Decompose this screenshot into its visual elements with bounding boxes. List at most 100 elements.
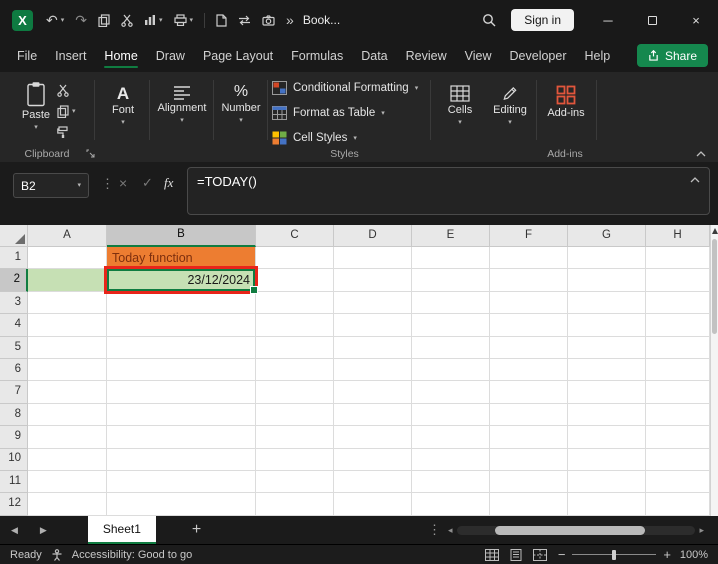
cell-e11[interactable]	[412, 470, 490, 494]
row-header-3[interactable]: 3	[0, 291, 28, 315]
cell-g7[interactable]	[568, 381, 646, 404]
cell-g8[interactable]	[568, 403, 646, 427]
cell-a7[interactable]	[28, 381, 107, 404]
cell-a1[interactable]	[28, 247, 107, 270]
cell-g2[interactable]	[568, 269, 646, 292]
cell-h8[interactable]	[646, 403, 710, 427]
format-painter-button[interactable]	[57, 126, 76, 139]
cell-a11[interactable]	[28, 470, 107, 494]
menu-tab-data[interactable]: Data	[352, 40, 396, 72]
cell-f7[interactable]	[490, 381, 568, 404]
column-header-c[interactable]: C	[256, 225, 334, 247]
column-header-d[interactable]: D	[334, 225, 412, 247]
cell-f10[interactable]	[490, 448, 568, 471]
cell-g5[interactable]	[568, 336, 646, 359]
cell-b12[interactable]	[107, 493, 256, 516]
cell-g6[interactable]	[568, 358, 646, 382]
scroll-right-icon[interactable]: ▸	[699, 525, 704, 535]
cell-h6[interactable]	[646, 358, 710, 382]
redo-button[interactable]: ↷	[75, 13, 87, 27]
cell-h7[interactable]	[646, 381, 710, 404]
column-header-f[interactable]: F	[490, 225, 568, 247]
cell-c10[interactable]	[256, 448, 334, 471]
menu-tab-help[interactable]: Help	[576, 40, 620, 72]
row-header-4[interactable]: 4	[0, 314, 28, 337]
cell-a10[interactable]	[28, 448, 107, 471]
row-header-10[interactable]: 10	[0, 448, 28, 471]
horizontal-scroll-track[interactable]	[456, 525, 696, 535]
cell-g9[interactable]	[568, 426, 646, 449]
cell-e3[interactable]	[412, 291, 490, 315]
row-header-5[interactable]: 5	[0, 336, 28, 359]
zoom-out-button[interactable]: −	[558, 548, 566, 561]
cell-f2[interactable]	[490, 269, 568, 292]
horizontal-scrollbar[interactable]: ◂ ▸	[448, 525, 704, 535]
new-workbook-button[interactable]	[216, 13, 227, 27]
cell-b3[interactable]	[107, 291, 256, 315]
cell-d10[interactable]	[334, 448, 412, 471]
cell-e8[interactable]	[412, 403, 490, 427]
formula-input[interactable]: =TODAY()	[187, 167, 710, 215]
menu-tab-formulas[interactable]: Formulas	[282, 40, 352, 72]
cell-f11[interactable]	[490, 470, 568, 494]
zoom-in-button[interactable]: +	[663, 548, 671, 561]
cell-c11[interactable]	[256, 470, 334, 494]
cell-a4[interactable]	[28, 314, 107, 337]
cell-c6[interactable]	[256, 358, 334, 382]
paste-button[interactable]: Paste ▾	[15, 81, 57, 131]
editing-button[interactable]: Editing ▾	[486, 85, 534, 126]
menu-tab-file[interactable]: File	[8, 40, 46, 72]
cell-b11[interactable]	[107, 470, 256, 494]
cell-d2[interactable]	[334, 269, 412, 292]
select-all-button[interactable]	[0, 225, 28, 247]
cut-button-qat[interactable]	[121, 14, 133, 27]
add-ins-button[interactable]: Add-ins	[540, 85, 592, 119]
menu-tab-view[interactable]: View	[456, 40, 501, 72]
vertical-scrollbar[interactable]	[710, 225, 718, 516]
cell-e2[interactable]	[412, 269, 490, 292]
close-button[interactable]: ×	[674, 0, 718, 40]
format-as-table-button[interactable]: Format as Table ▾	[272, 103, 385, 123]
cell-e1[interactable]	[412, 247, 490, 270]
row-header-8[interactable]: 8	[0, 403, 28, 427]
row-header-9[interactable]: 9	[0, 426, 28, 449]
cell-d6[interactable]	[334, 358, 412, 382]
cell-h2[interactable]	[646, 269, 710, 292]
column-header-e[interactable]: E	[412, 225, 490, 247]
row-header-7[interactable]: 7	[0, 381, 28, 404]
share-button[interactable]: Share	[636, 44, 708, 67]
cell-f8[interactable]	[490, 403, 568, 427]
menu-tab-page-layout[interactable]: Page Layout	[194, 40, 282, 72]
camera-button[interactable]	[262, 14, 275, 26]
menu-tab-insert[interactable]: Insert	[46, 40, 95, 72]
cell-h10[interactable]	[646, 448, 710, 471]
cell-d9[interactable]	[334, 426, 412, 449]
cell-e10[interactable]	[412, 448, 490, 471]
cell-e9[interactable]	[412, 426, 490, 449]
sheet-next-button[interactable]: ▶	[29, 525, 58, 536]
cell-c8[interactable]	[256, 403, 334, 427]
cell-e4[interactable]	[412, 314, 490, 337]
cell-c3[interactable]	[256, 291, 334, 315]
chart-button-qat[interactable]: ▾	[144, 14, 163, 26]
cell-f6[interactable]	[490, 358, 568, 382]
confirm-entry-button[interactable]: ✓	[142, 175, 153, 191]
cell-e12[interactable]	[412, 493, 490, 516]
cell-h1[interactable]	[646, 247, 710, 270]
scroll-left-icon[interactable]: ◂	[448, 525, 453, 535]
scroll-up-icon[interactable]	[711, 228, 718, 234]
cell-h9[interactable]	[646, 426, 710, 449]
page-layout-view-icon[interactable]	[509, 548, 523, 561]
row-header-12[interactable]: 12	[0, 493, 28, 516]
column-header-h[interactable]: H	[646, 225, 710, 247]
switch-windows-button[interactable]	[238, 15, 251, 26]
sign-in-button[interactable]: Sign in	[511, 9, 574, 31]
zoom-level[interactable]: 100%	[678, 549, 708, 561]
column-header-a[interactable]: A	[28, 225, 107, 247]
cell-c12[interactable]	[256, 493, 334, 516]
cancel-entry-button[interactable]: ×	[119, 175, 127, 191]
horizontal-scroll-thumb[interactable]	[494, 525, 645, 535]
cell-g3[interactable]	[568, 291, 646, 315]
copy-button[interactable]: ▾	[57, 105, 76, 118]
zoom-slider[interactable]	[572, 549, 657, 561]
